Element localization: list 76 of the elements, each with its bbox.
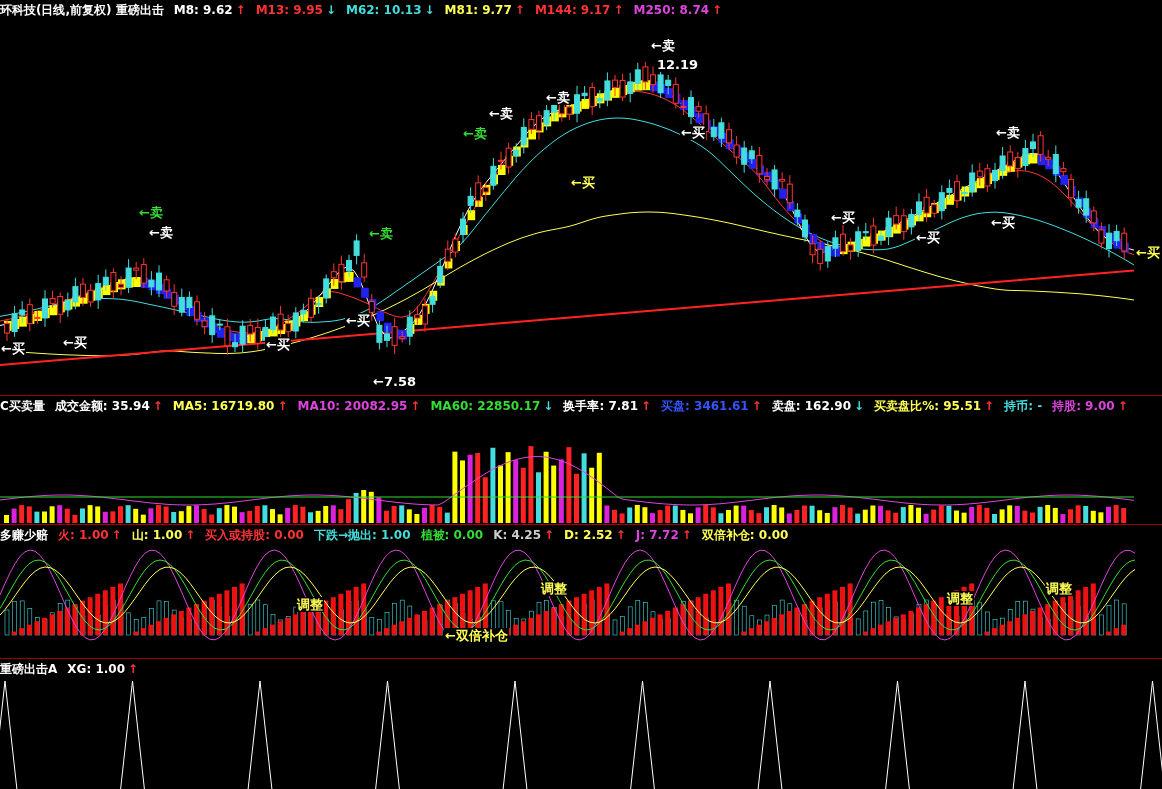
signal-label: 调整 [1045,581,1073,596]
trend-arrow: ↑ [641,399,652,413]
indicator-value: MA60: 22850.17 [430,399,541,413]
indicator-title: C买卖量 [0,399,45,413]
indicator-value: MA5: 16719.80 [172,399,275,413]
signal-label: ←买 [830,210,856,225]
indicator-value: J: 7.72 [635,528,679,542]
indicator-value: M144: 9.17 [534,3,611,17]
trend-arrow: ↑ [615,528,626,542]
signal-label: ←卖 [368,226,394,241]
trend-arrow: ↑ [681,528,692,542]
trend-arrow: ↓ [543,399,554,413]
indicator-value: 买入或持股: 0.00 [205,528,304,542]
indicator-value: K: 4.25 [493,528,542,542]
trend-arrow: ↓ [424,3,435,17]
indicator-value: 持币: - [1004,399,1043,413]
trend-arrow: ↓ [325,3,336,17]
signal-label: 调整 [946,591,974,606]
signal-label: ←卖 [148,225,174,240]
indicator-value: M62: 10.13 [345,3,422,17]
trend-arrow: ↑ [544,528,555,542]
signal-label: ←买 [265,337,291,352]
trend-arrow: ↑ [613,3,624,17]
indicator-value: 卖盘: 162.90 [771,399,852,413]
signal-label: ←买 [1135,245,1161,260]
signal-label: ←卖 [462,126,488,141]
indicator-value: 买卖盘比%: 95.51 [874,399,982,413]
trend-arrow: ↑ [751,399,762,413]
signal-label: ←卖 [545,90,571,105]
indicator-value: XG: 1.00 [67,662,125,676]
signal-label: ←卖 [488,106,514,121]
indicator-value: 买盘: 3461.61 [661,399,749,413]
trend-arrow: ↑ [111,528,122,542]
indicator-value: M13: 9.95 [255,3,323,17]
indicator-title: 多赚少赔 [0,528,48,542]
trend-arrow: ↑ [712,3,723,17]
signal-label: ←买 [0,341,26,356]
signal-label: ←卖 [995,125,1021,140]
indicator-value: M250: 8.74 [633,3,710,17]
indicator-value: 双倍补仓: 0.00 [701,528,789,542]
trend-arrow: ↑ [185,528,196,542]
signal-label: ←买 [62,335,88,350]
signal-label: ←买 [990,215,1016,230]
trend-arrow: ↓ [854,399,865,413]
trend-arrow: ↑ [235,3,246,17]
trend-arrow: ↑ [128,662,139,676]
signal-label: ←买 [915,230,941,245]
indicator-value: MA10: 20082.95 [297,399,408,413]
indicator-value: D: 2.52 [564,528,613,542]
trend-arrow: ↑ [514,3,525,17]
signal-label: 调整 [540,581,568,596]
indicator-value: 成交金额: 35.94 [54,399,150,413]
indicator-value: M81: 9.77 [444,3,512,17]
indicator-value: M8: 9.62 [173,3,233,17]
indicator-title: 重磅出击A [0,662,58,676]
trend-arrow: ↑ [984,399,995,413]
signal-label: ←双倍补仓 [444,628,509,643]
indicator-value: 下跌→抛出: 1.00 [313,528,411,542]
price-label: 12.19 [656,57,700,72]
signal-label: ←买 [570,175,596,190]
price-label: ←7.58 [372,374,417,389]
trend-arrow: ↑ [277,399,288,413]
indicator-value: 持股: 9.00 [1052,399,1115,413]
trend-arrow: ↑ [1117,399,1128,413]
indicator-value: 植被: 0.00 [420,528,484,542]
signal-label: ←买 [345,313,371,328]
trend-arrow: ↑ [152,399,163,413]
indicator-value: 火: 1.00 [58,528,109,542]
signal-label: ←卖 [650,38,676,53]
signal-label: ←买 [680,125,706,140]
signal-label: 调整 [296,597,324,612]
indicator-value: 换手率: 7.81 [563,399,638,413]
indicator-title: 环科技(日线,前复权) 重磅出击 [0,3,164,17]
trend-arrow: ↑ [410,399,421,413]
indicator-value: 山: 1.00 [131,528,183,542]
signal-label: ←卖 [138,205,164,220]
